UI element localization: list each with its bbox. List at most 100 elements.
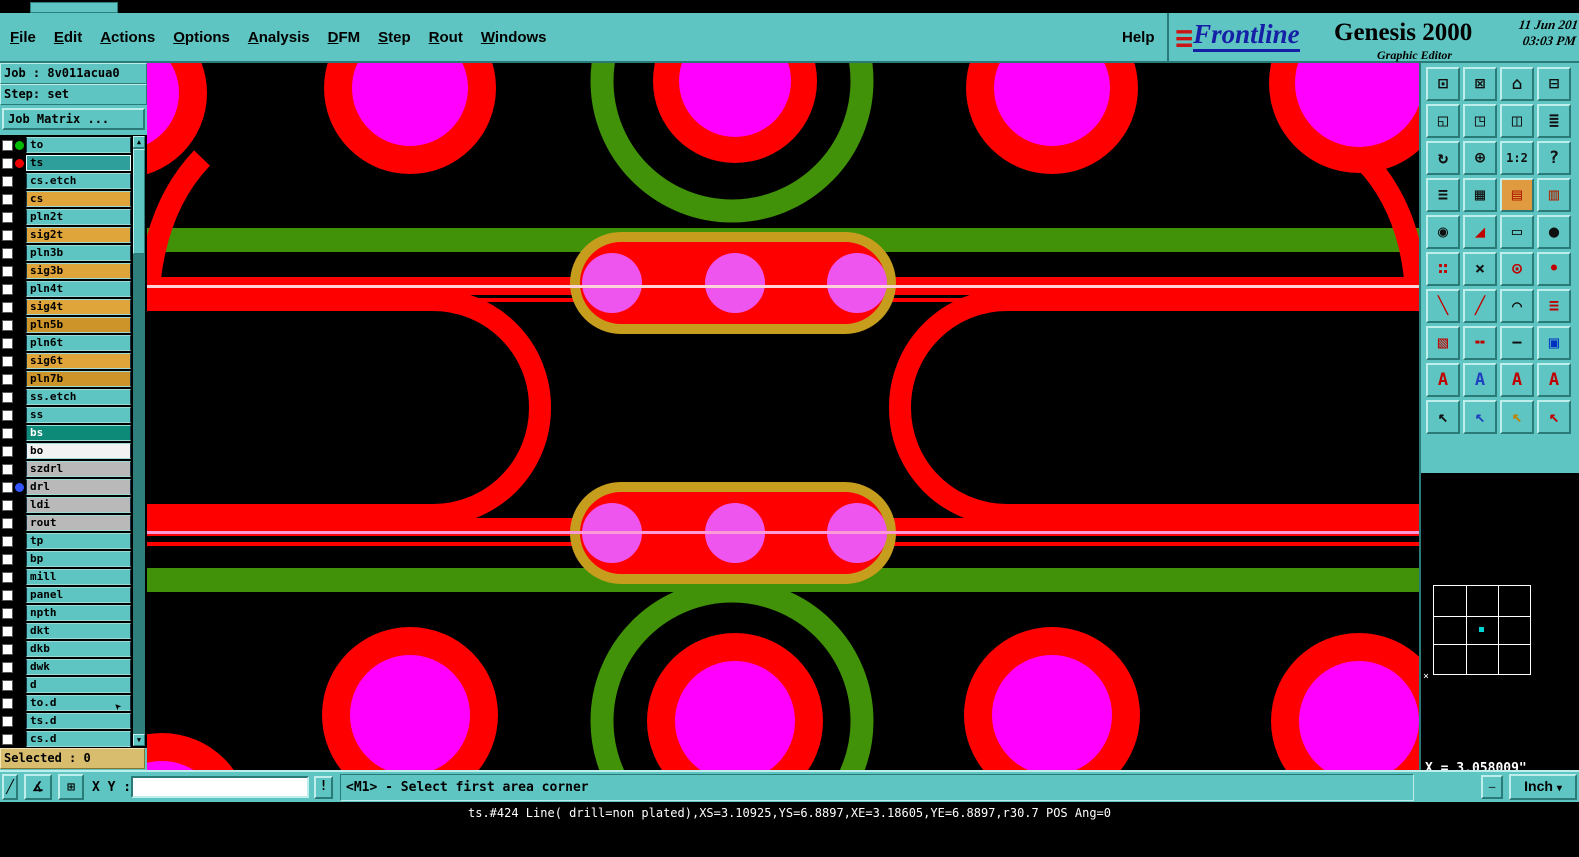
layer-name[interactable]: ss <box>26 407 131 423</box>
layer-row-to[interactable]: to <box>0 136 131 154</box>
menu-edit[interactable]: Edit <box>54 29 82 46</box>
scrollbar-thumb[interactable] <box>133 149 145 254</box>
layer-name[interactable]: sig2t <box>26 227 131 243</box>
layer-name[interactable]: panel <box>26 587 131 603</box>
diagonal-tool-button[interactable]: ╱ <box>2 774 18 800</box>
layer-name[interactable]: dkb <box>26 641 131 657</box>
layer-row-bp[interactable]: bp <box>0 550 131 568</box>
layer-checkbox[interactable] <box>2 697 13 709</box>
menu-analysis[interactable]: Analysis <box>248 29 310 46</box>
surface-tool-icon[interactable]: ▧ <box>1426 326 1460 360</box>
layer-name[interactable]: cs <box>26 191 131 207</box>
layer-name[interactable]: bp <box>26 551 131 567</box>
layer-name[interactable]: cs.etch <box>26 173 131 189</box>
layer-row-sig3b[interactable]: sig3b <box>0 262 131 280</box>
menu-dfm[interactable]: DFM <box>328 29 361 46</box>
erase-segment-icon[interactable]: ╍ <box>1463 326 1497 360</box>
layer-checkbox[interactable] <box>2 283 13 295</box>
layer-checkbox[interactable] <box>2 571 13 583</box>
layer-name[interactable]: sig3b <box>26 263 131 279</box>
help-icon[interactable]: ? <box>1537 141 1571 175</box>
scroll-up-icon[interactable] <box>133 136 145 148</box>
layer-name[interactable]: ts.d <box>26 713 131 729</box>
tile-grid-icon[interactable]: ▦ <box>1463 178 1497 212</box>
layer-row-mill[interactable]: mill <box>0 568 131 586</box>
layer-row-cs[interactable]: cs <box>0 190 131 208</box>
traces-icon[interactable]: ≡ <box>1537 289 1571 323</box>
align-pads-icon[interactable]: ▣ <box>1537 326 1571 360</box>
layer-row-panel[interactable]: panel <box>0 586 131 604</box>
menu-file[interactable]: File <box>10 29 36 46</box>
pad-tool-icon[interactable]: ◉ <box>1426 215 1460 249</box>
layer-row-pln6t[interactable]: pln6t <box>0 334 131 352</box>
text-edit-icon[interactable]: A <box>1500 363 1534 397</box>
xy-input[interactable] <box>131 776 309 798</box>
delete-icon[interactable]: × <box>1463 252 1497 286</box>
clipboard-icon[interactable]: ≡ <box>1426 178 1460 212</box>
net-points-icon[interactable]: ∷ <box>1426 252 1460 286</box>
window-right-icon[interactable]: ⊠ <box>1463 67 1497 101</box>
layer-name[interactable]: pln7b <box>26 371 131 387</box>
layer-row-ts[interactable]: ts <box>0 154 131 172</box>
layer-row-rout[interactable]: rout <box>0 514 131 532</box>
layer-checkbox[interactable] <box>2 589 13 601</box>
menu-rout[interactable]: Rout <box>429 29 463 46</box>
layer-name[interactable]: szdrl <box>26 461 131 477</box>
layer-row-npth[interactable]: npth <box>0 604 131 622</box>
layer-row-dkb[interactable]: dkb <box>0 640 131 658</box>
menu-options[interactable]: Options <box>173 29 230 46</box>
text-small-icon[interactable]: A <box>1537 363 1571 397</box>
layer-checkbox[interactable] <box>2 733 13 745</box>
layer-name[interactable]: ss.etch <box>26 389 131 405</box>
layer-row-dwk[interactable]: dwk <box>0 658 131 676</box>
job-matrix-button[interactable]: Job Matrix ... <box>2 108 145 130</box>
layer-row-cs.d[interactable]: cs.d <box>0 730 131 748</box>
window-screen-icon[interactable]: ⊟ <box>1537 67 1571 101</box>
menu-actions[interactable]: Actions <box>100 29 155 46</box>
layer-checkbox[interactable] <box>2 175 13 187</box>
window-swap-icon[interactable]: ◫ <box>1500 104 1534 138</box>
layer-checkbox[interactable] <box>2 391 13 403</box>
units-button[interactable]: Inch ▾ <box>1509 774 1577 800</box>
layer-checkbox[interactable] <box>2 265 13 277</box>
layer-name[interactable]: rout <box>26 515 131 531</box>
layer-name[interactable]: d <box>26 677 131 693</box>
ruler-icon[interactable]: ▭ <box>1500 215 1534 249</box>
layer-name[interactable]: bo <box>26 443 131 459</box>
layer-row-ss.etch[interactable]: ss.etch <box>0 388 131 406</box>
layer-checkbox[interactable] <box>2 409 13 421</box>
layer-table-icon[interactable]: ▥ <box>1537 178 1571 212</box>
menu-help[interactable]: Help <box>1122 13 1155 61</box>
select-inside-icon[interactable]: ↖ <box>1463 400 1497 434</box>
select-global-icon[interactable]: ↖ <box>1537 400 1571 434</box>
layer-row-tp[interactable]: tp <box>0 532 131 550</box>
layer-name[interactable]: dwk <box>26 659 131 675</box>
layer-checkbox[interactable] <box>2 553 13 565</box>
window-out-icon[interactable]: ◳ <box>1463 104 1497 138</box>
layer-name[interactable]: ts <box>26 155 131 171</box>
layer-name[interactable]: sig6t <box>26 353 131 369</box>
grid-toggle-button[interactable]: ⊞ <box>58 774 84 800</box>
layer-row-pln5b[interactable]: pln5b <box>0 316 131 334</box>
layer-name[interactable]: ldi <box>26 497 131 513</box>
layer-row-ldi[interactable]: ldi <box>0 496 131 514</box>
menu-step[interactable]: Step <box>378 29 411 46</box>
layer-row-pln3b[interactable]: pln3b <box>0 244 131 262</box>
layer-checkbox[interactable] <box>2 517 13 529</box>
text-outline-icon[interactable]: A <box>1463 363 1497 397</box>
layer-checkbox[interactable] <box>2 481 13 493</box>
layer-checkbox[interactable] <box>2 499 13 511</box>
layer-checkbox[interactable] <box>2 373 13 385</box>
minimized-window[interactable] <box>30 2 118 13</box>
layer-row-d[interactable]: d <box>0 676 131 694</box>
layer-checkbox[interactable] <box>2 355 13 367</box>
layer-checkbox[interactable] <box>2 301 13 313</box>
layer-row-ss[interactable]: ss <box>0 406 131 424</box>
layer-row-dkt[interactable]: dkt <box>0 622 131 640</box>
layer-checkbox[interactable] <box>2 337 13 349</box>
layer-checkbox[interactable] <box>2 193 13 205</box>
layer-checkbox[interactable] <box>2 607 13 619</box>
pcb-canvas[interactable] <box>147 63 1419 770</box>
window-home-icon[interactable]: ⌂ <box>1500 67 1534 101</box>
pad-copy-icon[interactable]: ⊙ <box>1500 252 1534 286</box>
